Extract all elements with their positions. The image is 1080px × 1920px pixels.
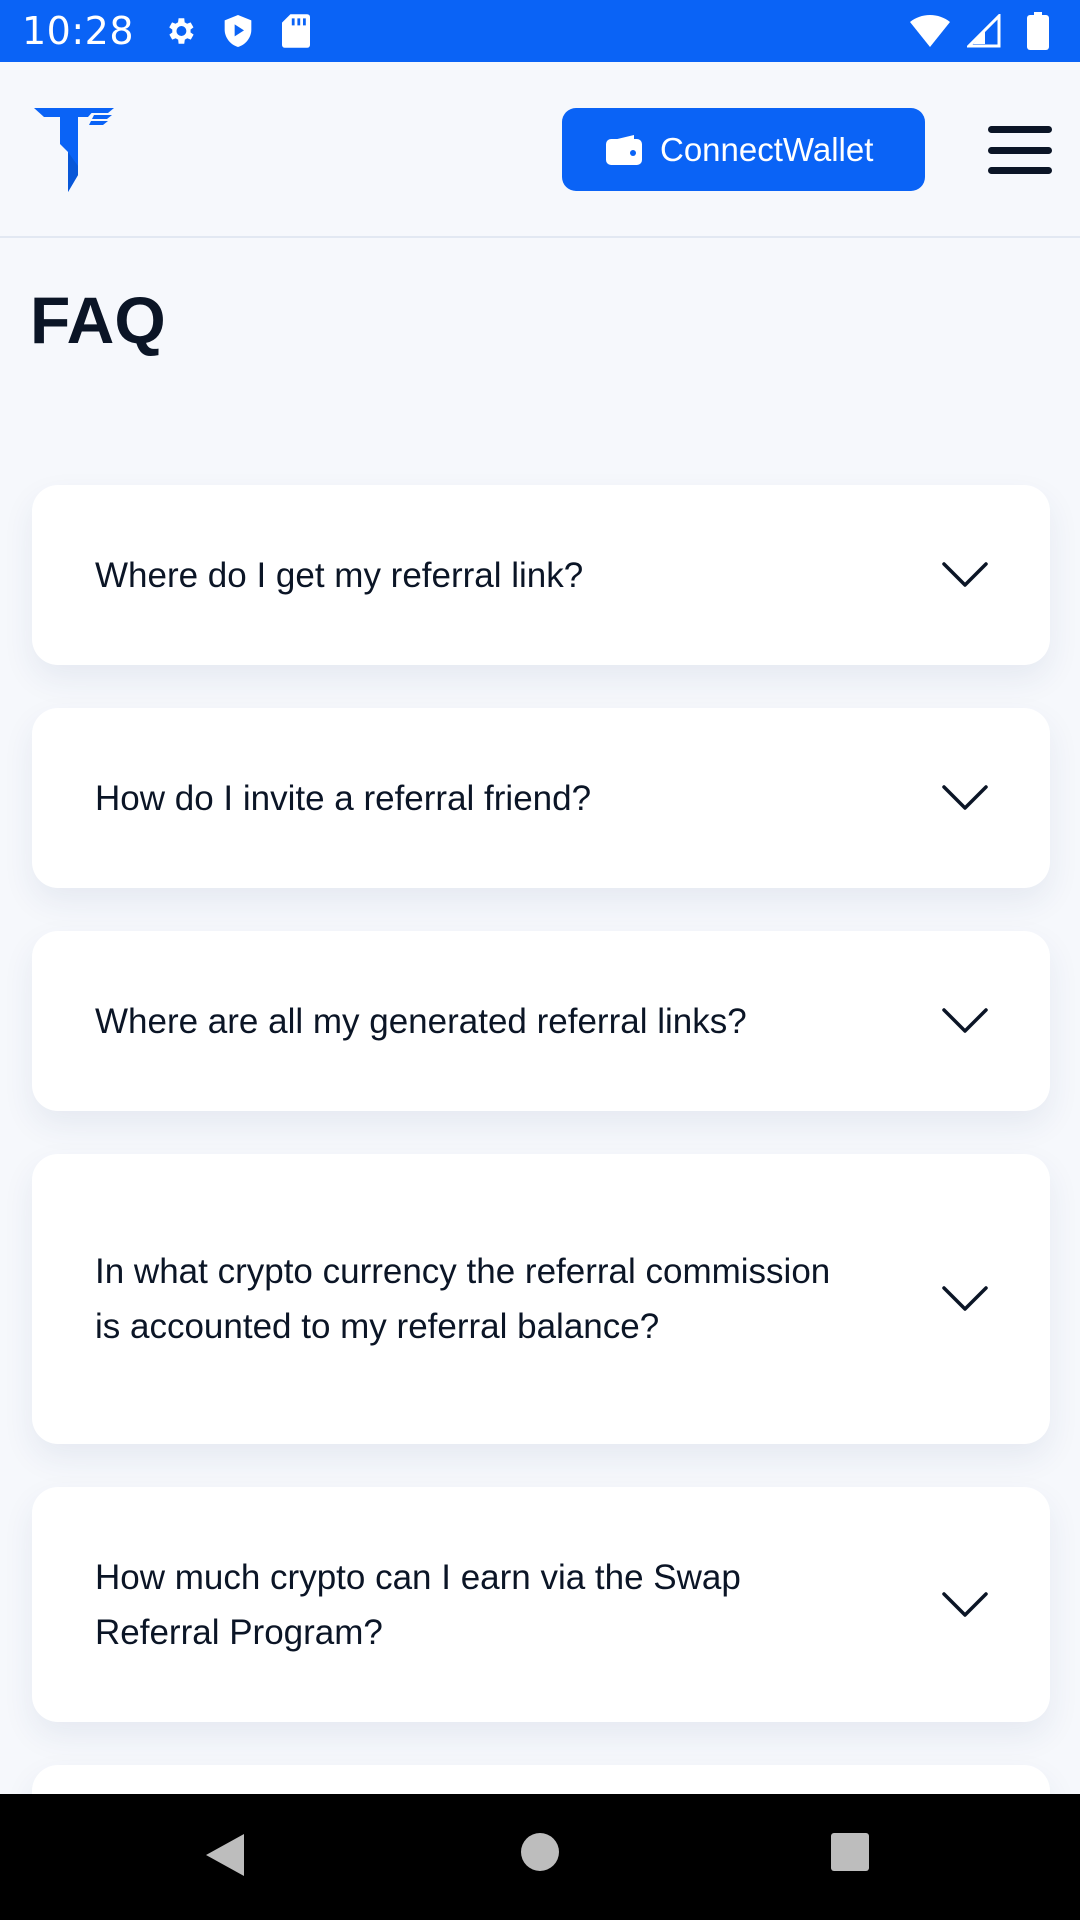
chevron-down-icon — [942, 1008, 988, 1033]
faq-item[interactable]: Where do I get my referral link? — [32, 485, 1050, 665]
menu-line — [988, 167, 1052, 174]
faq-question: In what crypto currency the referral com… — [95, 1252, 831, 1346]
system-nav-bar — [0, 1794, 1080, 1920]
menu-line — [988, 126, 1052, 133]
cell-signal-icon — [964, 11, 1004, 51]
chevron-down-icon — [942, 785, 988, 810]
faq-item[interactable]: In what crypto currency the referral com… — [32, 1154, 1050, 1444]
faq-question: How much crypto can I earn via the Swap … — [95, 1557, 741, 1652]
faq-item[interactable]: How do I invite a referral friend? — [32, 708, 1050, 888]
status-time: 10:28 — [22, 9, 135, 53]
back-triangle-icon[interactable] — [204, 1832, 246, 1878]
t-logo[interactable] — [34, 108, 114, 194]
connect-wallet-label: ConnectWallet — [660, 130, 874, 168]
hamburger-menu-icon[interactable] — [988, 126, 1052, 174]
faq-question: How do I invite a referral friend? — [95, 778, 592, 818]
faq-item[interactable]: How much crypto can I earn via the Swap … — [32, 1487, 1050, 1722]
faq-question: Where are all my generated referral link… — [95, 1001, 747, 1041]
faq-item[interactable]: Where are all my generated referral link… — [32, 931, 1050, 1111]
wifi-icon — [910, 11, 950, 51]
connect-wallet-button[interactable]: ConnectWallet — [562, 108, 925, 191]
site-header: ConnectWallet — [0, 62, 1080, 238]
wallet-icon — [606, 134, 642, 165]
shield-icon — [218, 11, 258, 51]
faq-question: Where do I get my referral link? — [95, 555, 584, 595]
gear-icon — [160, 11, 200, 51]
menu-line — [988, 146, 1052, 154]
chevron-down-icon — [942, 1591, 988, 1617]
chevron-down-icon — [942, 562, 988, 587]
status-bar: 10:28 — [0, 0, 1080, 62]
recents-square-icon[interactable] — [830, 1832, 870, 1872]
battery-icon — [1018, 11, 1058, 51]
chevron-down-icon — [942, 1286, 988, 1311]
home-circle-icon[interactable] — [520, 1832, 560, 1872]
page-title: FAQ — [30, 283, 166, 357]
sd-card-icon — [276, 11, 316, 51]
